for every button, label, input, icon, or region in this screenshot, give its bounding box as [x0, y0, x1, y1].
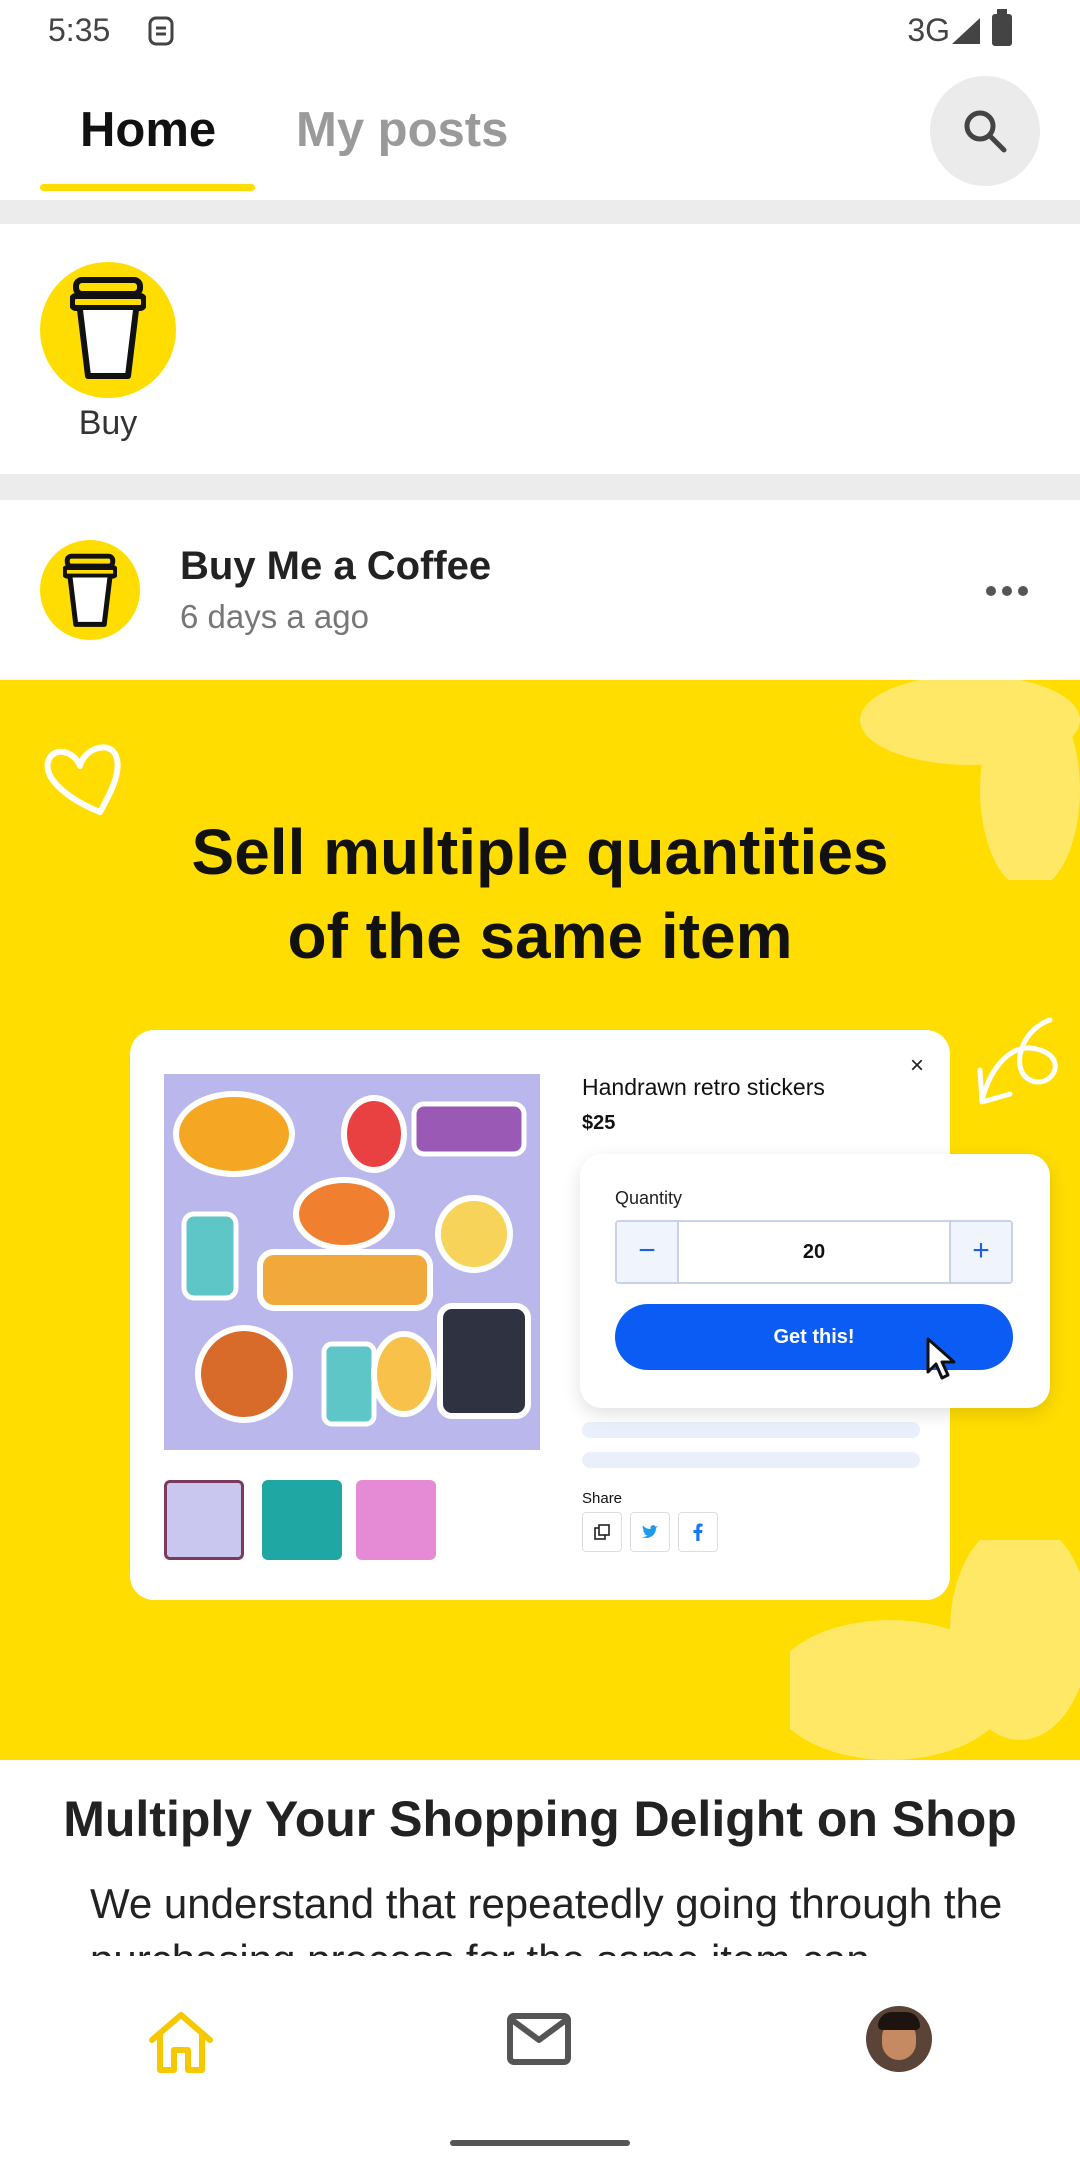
product-price: $25: [582, 1112, 616, 1134]
cursor-icon: [926, 1337, 956, 1380]
sticker-collage: [173, 1091, 531, 1427]
author-avatar[interactable]: [40, 540, 140, 640]
mail-icon[interactable]: [506, 2012, 572, 2066]
sim-icon: [148, 16, 174, 46]
heart-icon: [44, 744, 121, 815]
post-banner-image: Sell multiple quantities of the same ite…: [0, 680, 1080, 1760]
buy-shortcut[interactable]: Buy: [40, 262, 176, 443]
banner-title-line: of the same item: [287, 900, 793, 972]
article-title: Multiply Your Shopping Delight on Shop: [63, 1791, 1017, 1847]
signal-icon: [952, 18, 980, 44]
product-thumbnail[interactable]: [164, 1480, 244, 1560]
close-icon: ×: [910, 1052, 925, 1079]
buy-label: Buy: [78, 404, 138, 442]
share-label: Share: [582, 1490, 623, 1507]
top-tabs: Home My posts: [0, 62, 1080, 200]
post-time: 6 days a ago: [180, 598, 369, 635]
section-divider: [0, 200, 1080, 224]
search-button[interactable]: [930, 76, 1040, 186]
decrement-button: −: [617, 1222, 679, 1282]
battery-icon: [992, 9, 1012, 46]
buy-avatar: [40, 262, 176, 398]
article-body: We understand that repeatedly going thro…: [90, 1880, 1003, 1956]
status-bar: 5:35 3G: [0, 0, 1080, 62]
product-thumbnail[interactable]: [262, 1480, 342, 1560]
product-image: [164, 1074, 540, 1450]
active-tab-indicator: [40, 184, 255, 191]
facebook-icon: [678, 1512, 718, 1552]
quantity-label: Quantity: [615, 1188, 683, 1208]
quantity-stepper: − 20 +: [615, 1220, 1013, 1284]
twitter-icon: [630, 1512, 670, 1552]
tab-my-posts[interactable]: My posts: [296, 102, 508, 158]
coffee-cup-icon: [63, 553, 117, 627]
home-icon[interactable]: [146, 2010, 216, 2074]
product-title: Handrawn retro stickers: [582, 1074, 825, 1100]
banner-title-line: Sell multiple quantities: [191, 816, 889, 888]
arrow-icon: [977, 1017, 1058, 1105]
product-thumbnail[interactable]: [356, 1480, 436, 1560]
search-icon: [964, 110, 1007, 153]
copy-icon: [582, 1512, 622, 1552]
profile-avatar[interactable]: [866, 2006, 932, 2072]
more-icon[interactable]: [982, 582, 1032, 602]
banner-title: Sell multiple quantities of the same ite…: [0, 810, 1080, 978]
bottom-navigation: [0, 1970, 1080, 2160]
quantity-value: 20: [802, 1241, 826, 1263]
placeholder-line: [582, 1422, 920, 1438]
gesture-bar: [450, 2140, 630, 2146]
coffee-cup-icon: [70, 277, 146, 379]
quantity-panel: Quantity − 20 + Get this!: [580, 1154, 1050, 1408]
network-type: 3G: [907, 12, 950, 48]
section-divider: [0, 474, 1080, 500]
post-author[interactable]: Buy Me a Coffee: [180, 544, 491, 589]
post-header: Buy Me a Coffee 6 days a ago: [0, 500, 1080, 680]
tab-home[interactable]: Home: [80, 102, 216, 158]
increment-button: +: [949, 1222, 1011, 1282]
status-time: 5:35: [48, 12, 111, 48]
placeholder-line: [582, 1452, 920, 1468]
